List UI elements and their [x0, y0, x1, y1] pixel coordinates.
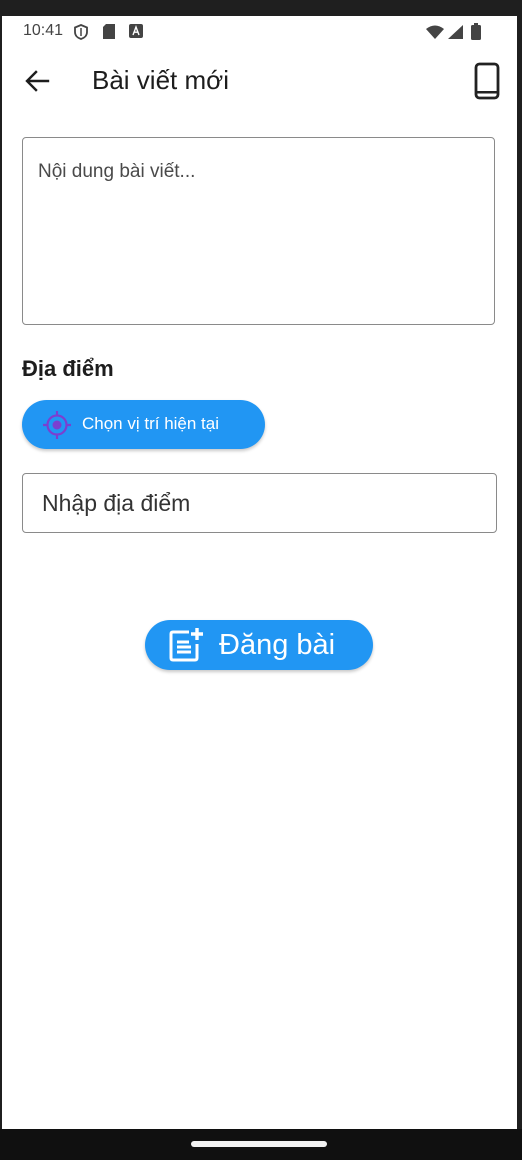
a-badge-icon	[129, 24, 143, 38]
home-gesture-handle[interactable]	[191, 1141, 327, 1147]
app-screen: 10:41 Bài viết mới Nội dung bài viết... …	[2, 16, 517, 1129]
arrow-left-icon	[25, 70, 50, 92]
location-input[interactable]: Nhập địa điểm	[22, 473, 497, 533]
crosshair-icon	[43, 411, 71, 439]
location-section-title: Địa điểm	[22, 356, 114, 381]
smartphone-icon	[474, 62, 500, 100]
current-location-button[interactable]: Chọn vị trí hiện tại	[22, 400, 265, 449]
page-title: Bài viết mới	[92, 65, 229, 95]
post-content-input[interactable]: Nội dung bài viết...	[22, 137, 495, 325]
app-bar: Bài viết mới	[2, 48, 517, 114]
sd-card-icon	[103, 24, 115, 39]
status-time: 10:41	[23, 22, 64, 39]
location-input-placeholder: Nhập địa điểm	[42, 490, 191, 516]
wifi-icon	[426, 25, 444, 39]
system-nav-bar	[0, 1129, 522, 1160]
post-add-icon	[169, 628, 203, 662]
post-content-placeholder: Nội dung bài viết...	[38, 161, 196, 182]
back-button[interactable]	[22, 66, 52, 96]
current-location-label: Chọn vị trí hiện tại	[82, 414, 220, 433]
signal-icon	[448, 25, 463, 39]
battery-icon	[471, 23, 481, 40]
device-button[interactable]	[472, 62, 502, 100]
status-bar: 10:41	[2, 16, 517, 48]
post-button[interactable]: Đăng bài	[145, 620, 373, 670]
post-button-label: Đăng bài	[219, 629, 336, 661]
shield-icon	[74, 24, 88, 40]
